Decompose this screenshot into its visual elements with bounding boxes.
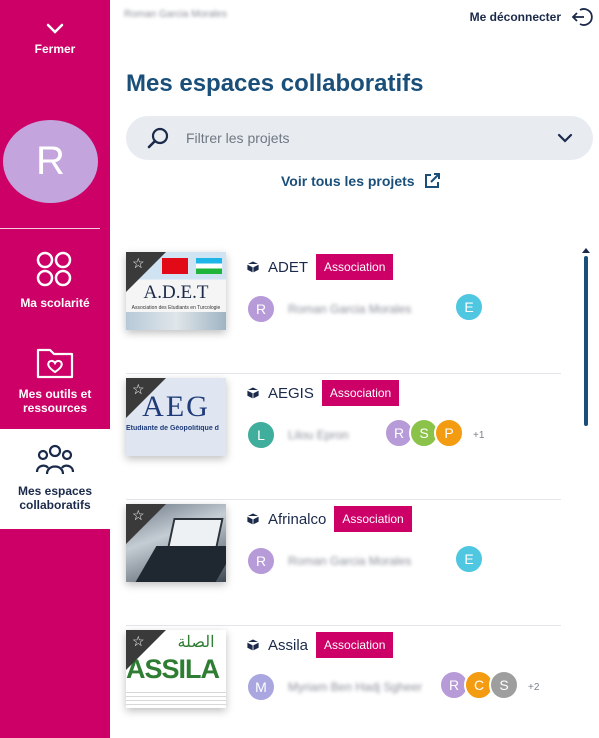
- avatar[interactable]: R: [246, 546, 276, 576]
- avatar[interactable]: M: [246, 672, 276, 702]
- star-icon: ☆: [132, 255, 145, 271]
- project-header: AEGIS Association: [246, 380, 400, 406]
- sidebar-item-label: Ma scolarité: [20, 296, 90, 310]
- avatar[interactable]: L: [246, 420, 276, 450]
- project-name[interactable]: Assila: [268, 637, 308, 654]
- project-thumbnail: ☆: [126, 504, 226, 582]
- project-members: R Roman Garcia Morales E: [246, 544, 566, 586]
- project-members: L Lilou Epron R S P +1: [246, 418, 566, 460]
- sidebar: Fermer R Ma scolarité Mes outils et ress…: [0, 0, 110, 738]
- project-thumbnail: الصلة ASSILA ☆: [126, 630, 226, 708]
- avatar[interactable]: E: [454, 292, 484, 322]
- see-all-label: Voir tous les projets: [281, 173, 415, 189]
- page-title: Mes espaces collaboratifs: [126, 70, 424, 97]
- sidebar-item-mes-outils[interactable]: Mes outils et ressources: [0, 345, 110, 425]
- scrollbar-thumb[interactable]: [584, 256, 588, 426]
- chevron-down-icon: [46, 23, 64, 34]
- project-list: A.D.E.T Association des Etudiants en Tur…: [126, 248, 561, 738]
- cube-icon: [246, 386, 260, 400]
- project-thumbnail: A.D.E.T Association des Etudiants en Tur…: [126, 252, 226, 330]
- uzbekistan-flag: [196, 258, 222, 274]
- close-sidebar-button[interactable]: Fermer: [0, 22, 110, 56]
- project-members: R Roman Garcia Morales E: [246, 292, 566, 334]
- avatar[interactable]: P: [434, 418, 464, 448]
- project-type-badge: Association: [334, 506, 412, 532]
- folder-heart-icon: [36, 348, 74, 379]
- logout-button[interactable]: Me déconnecter: [470, 7, 593, 27]
- grid-icon: [36, 251, 72, 287]
- sidebar-divider: [0, 228, 100, 229]
- project-filter-select[interactable]: Filtrer les projets: [126, 116, 593, 160]
- external-link-icon: [424, 173, 440, 188]
- sidebar-item-label: Mes espaces collaboratifs: [17, 484, 93, 512]
- favorite-button[interactable]: ☆: [126, 504, 166, 544]
- cube-icon: [246, 260, 260, 274]
- cube-icon: [246, 512, 260, 526]
- member-name: Roman Garcia Morales: [288, 302, 412, 316]
- project-type-badge: Association: [321, 380, 400, 406]
- sidebar-item-label: Mes outils et ressources: [18, 387, 92, 415]
- laptop-keyboard: [135, 546, 226, 582]
- project-header: ADET Association: [246, 254, 394, 280]
- member-name: Myriam Ben Hadj Sgheer: [288, 680, 423, 694]
- avatar[interactable]: S: [489, 670, 519, 700]
- thumb-subtitle: Association des Etudiants en Turcologie: [131, 305, 221, 311]
- project-card-adet[interactable]: A.D.E.T Association des Etudiants en Tur…: [126, 248, 561, 374]
- avatar[interactable]: E: [454, 544, 484, 574]
- sidebar-item-mes-espaces[interactable]: Mes espaces collaboratifs: [0, 429, 110, 529]
- avatar[interactable]: R: [246, 294, 276, 324]
- chevron-down-icon: [557, 133, 573, 143]
- star-icon: ☆: [132, 507, 145, 523]
- more-members-count[interactable]: +2: [528, 682, 539, 693]
- close-label: Fermer: [34, 42, 76, 56]
- project-name[interactable]: ADET: [268, 259, 308, 276]
- project-thumbnail: AEG Étudiante de Géopolitique d ☆: [126, 378, 226, 456]
- project-type-badge: Association: [316, 254, 394, 280]
- thumb-title: ASSILA: [126, 654, 220, 684]
- people-icon: [35, 444, 75, 475]
- filter-placeholder: Filtrer les projets: [186, 130, 290, 146]
- star-icon: ☆: [132, 381, 145, 397]
- thumb-title: A.D.E.T: [143, 282, 209, 303]
- search-icon: [147, 127, 169, 149]
- scroll-up-arrow[interactable]: [582, 248, 590, 253]
- see-all-projects-link[interactable]: Voir tous les projets: [281, 172, 441, 190]
- project-members: M Myriam Ben Hadj Sgheer R C S +2: [246, 670, 566, 712]
- project-name[interactable]: AEGIS: [268, 385, 314, 402]
- project-name[interactable]: Afrinalco: [268, 511, 326, 528]
- more-members-count[interactable]: +1: [473, 430, 484, 441]
- turkey-flag: [162, 258, 188, 274]
- thumb-arabic: الصلة: [177, 634, 215, 651]
- project-card-aegis[interactable]: AEG Étudiante de Géopolitique d ☆ AEGIS …: [126, 374, 561, 500]
- thumb-subtitle: Étudiante de Géopolitique d: [126, 425, 219, 432]
- project-header: Afrinalco Association: [246, 506, 412, 532]
- star-icon: ☆: [132, 633, 145, 649]
- project-type-badge: Association: [316, 632, 394, 658]
- avatar[interactable]: R: [3, 120, 98, 203]
- thumb-skyline: [126, 312, 226, 330]
- top-bar: Roman Garcia Morales Me déconnecter: [110, 0, 599, 38]
- logout-icon: [571, 8, 593, 26]
- project-card-assila[interactable]: الصلة ASSILA ☆ Assila Association M Myri…: [126, 626, 561, 738]
- logout-label: Me déconnecter: [469, 10, 561, 24]
- sidebar-item-ma-scolarite[interactable]: Ma scolarité: [0, 250, 110, 320]
- user-name: Roman Garcia Morales: [124, 9, 227, 20]
- cube-icon: [246, 638, 260, 652]
- project-card-afrinalco[interactable]: ☆ Afrinalco Association R Roman Garcia M…: [126, 500, 561, 626]
- member-name: Roman Garcia Morales: [288, 554, 412, 568]
- project-header: Assila Association: [246, 632, 394, 658]
- main-content: Mes espaces collaboratifs Filtrer les pr…: [110, 38, 599, 738]
- thumb-text-lines: [126, 692, 226, 708]
